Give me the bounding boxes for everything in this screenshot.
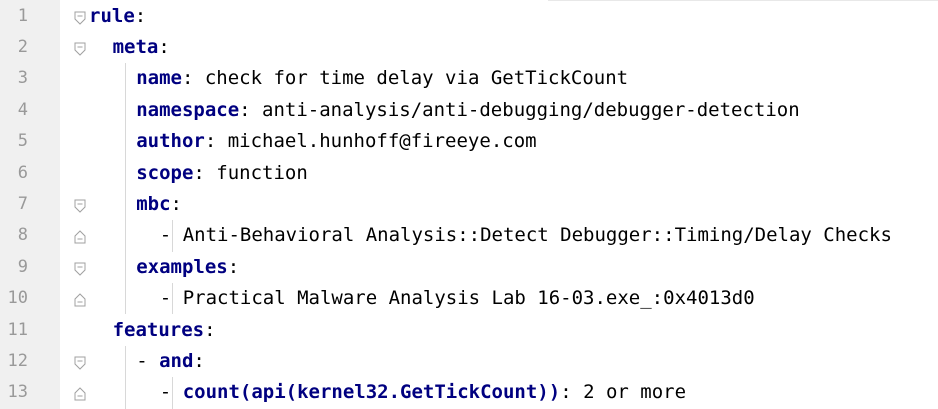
fold-close-icon[interactable]	[74, 229, 86, 244]
fold-open-icon[interactable]	[74, 10, 86, 25]
yaml-key: mbc	[136, 192, 171, 215]
yaml-separator: :	[204, 318, 216, 341]
yaml-key: name	[136, 67, 182, 90]
list-dash: -	[159, 224, 183, 247]
code-text: - and:	[136, 346, 205, 377]
line-number: 12	[7, 350, 28, 371]
code-line[interactable]: 8 - Anti-Behavioral Analysis::Detect Debu…	[0, 220, 938, 251]
code-text: author: michael.hunhoff@fireeye.com	[136, 126, 536, 157]
yaml-separator: :	[181, 67, 205, 90]
line-number: 3	[17, 68, 28, 89]
yaml-key: count(api(kernel32.GetTickCount))	[182, 381, 561, 404]
code-line[interactable]: 5 author: michael.hunhoff@fireeye.com	[0, 126, 938, 157]
code-text: scope: function	[136, 158, 308, 189]
yaml-separator: :	[239, 98, 263, 121]
yaml-separator: :	[158, 35, 170, 58]
yaml-key: features	[112, 318, 205, 341]
code-text: namespace: anti-analysis/anti-debugging/…	[136, 95, 799, 126]
yaml-key: meta	[112, 35, 159, 58]
code-text: meta:	[113, 32, 170, 63]
yaml-separator: :	[134, 4, 147, 27]
list-dash: -	[159, 287, 183, 310]
line-number: 2	[17, 36, 28, 57]
line-number: 8	[17, 225, 28, 246]
yaml-key: examples	[136, 255, 228, 278]
yaml-value: check for time delay via GetTickCount	[204, 67, 629, 90]
line-number: 7	[17, 193, 28, 214]
yaml-value: michael.hunhoff@fireeye.com	[227, 130, 537, 153]
code-line[interactable]: 1 rule:	[0, 1, 938, 32]
yaml-value: Practical Malware Analysis Lab 16-03.exe…	[182, 287, 755, 310]
code-text: examples:	[136, 252, 239, 283]
code-text: - Practical Malware Analysis Lab 16-03.e…	[160, 283, 755, 314]
code-text: rule:	[89, 1, 146, 32]
code-line[interactable]: 7 mbc:	[0, 189, 938, 220]
yaml-value: 2 or more	[583, 381, 687, 404]
yaml-separator: :	[560, 381, 584, 404]
line-number: 13	[7, 382, 28, 403]
code-line[interactable]: 4 namespace: anti-analysis/anti-debugging…	[0, 95, 938, 126]
code-text: name: check for time delay via GetTickCo…	[136, 63, 628, 94]
line-number: 5	[17, 131, 28, 152]
yaml-key: author	[136, 130, 205, 153]
code-line[interactable]: 12 - and:	[0, 346, 938, 377]
line-number: 11	[7, 319, 28, 340]
code-line[interactable]: 3 name: check for time delay via GetTickC…	[0, 63, 938, 94]
yaml-key: scope	[136, 161, 194, 184]
yaml-key: rule	[89, 4, 135, 27]
list-dash: -	[159, 381, 183, 404]
line-number: 6	[17, 162, 28, 183]
yaml-value: function	[216, 161, 308, 184]
yaml-value: anti-analysis/anti-debugging/debugger-de…	[262, 98, 800, 121]
code-text: - Anti-Behavioral Analysis::Detect Debug…	[160, 220, 892, 251]
line-number: 4	[17, 99, 28, 120]
code-editor[interactable]: 1 rule: 2 meta: 3 name: check for time delay …	[0, 0, 938, 409]
fold-open-icon[interactable]	[74, 198, 86, 213]
fold-open-icon[interactable]	[74, 261, 86, 276]
yaml-separator: :	[204, 130, 228, 153]
code-line[interactable]: 9 examples:	[0, 252, 938, 283]
fold-close-icon[interactable]	[74, 292, 86, 307]
fold-open-icon[interactable]	[74, 355, 86, 370]
yaml-key: and	[159, 349, 194, 372]
code-line[interactable]: 11 features:	[0, 315, 938, 346]
code-text: features:	[113, 315, 216, 346]
line-number: 10	[7, 288, 28, 309]
code-text: - count(api(kernel32.GetTickCount)): 2 o…	[160, 377, 686, 408]
fold-open-icon[interactable]	[74, 41, 86, 56]
code-line[interactable]: 10 - Practical Malware Analysis Lab 16-03…	[0, 283, 938, 314]
yaml-separator: :	[227, 255, 240, 278]
yaml-key: namespace	[136, 98, 240, 121]
code-line[interactable]: 2 meta:	[0, 32, 938, 63]
list-dash: -	[136, 349, 160, 372]
line-number: 1	[17, 5, 28, 26]
yaml-separator: :	[193, 349, 205, 372]
line-number: 9	[17, 256, 28, 277]
yaml-separator: :	[193, 161, 217, 184]
yaml-value: Anti-Behavioral Analysis::Detect Debugge…	[182, 224, 892, 247]
fold-close-icon[interactable]	[74, 386, 86, 401]
code-line[interactable]: 13 - count(api(kernel32.GetTickCount)): 2…	[0, 377, 938, 408]
code-text: mbc:	[136, 189, 182, 220]
code-line[interactable]: 6 scope: function	[0, 158, 938, 189]
yaml-separator: :	[170, 192, 182, 215]
